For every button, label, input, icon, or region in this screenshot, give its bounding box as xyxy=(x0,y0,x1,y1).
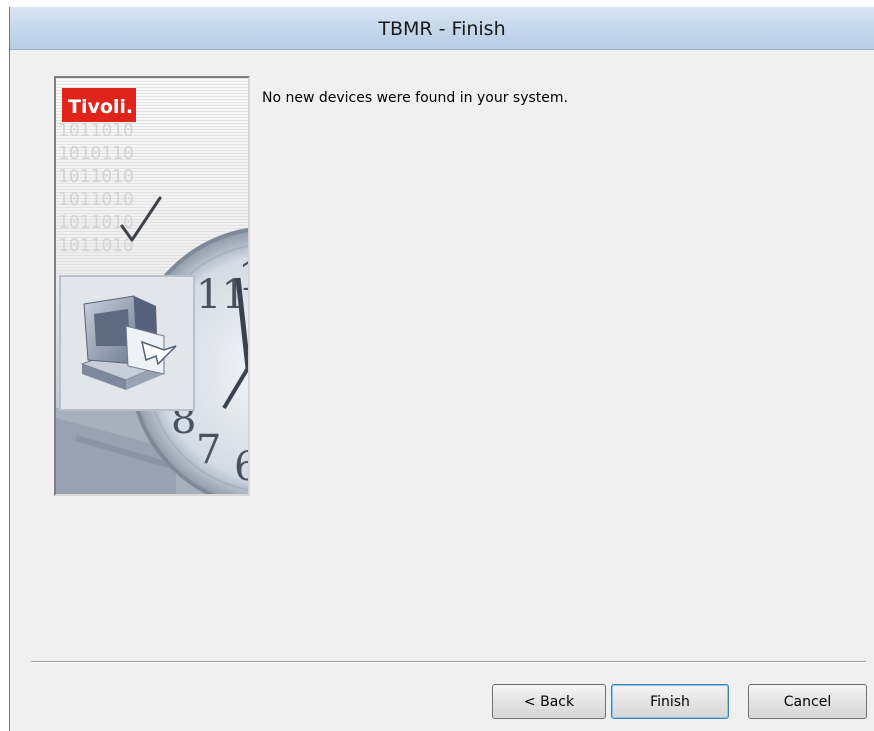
binary-row: 1010110 xyxy=(58,143,134,164)
binary-row: 1011010 xyxy=(58,120,134,141)
clock-numeral: 7 xyxy=(196,427,221,473)
wizard-banner-image: 1011010 1010110 1011010 1011010 1011010 … xyxy=(54,76,250,496)
binary-row: 1011010 xyxy=(58,235,134,256)
finish-button[interactable]: Finish xyxy=(611,684,729,719)
separator xyxy=(31,661,866,663)
title-bar[interactable]: TBMR - Finish xyxy=(10,7,874,50)
back-button[interactable]: < Back xyxy=(492,684,606,719)
cancel-button[interactable]: Cancel xyxy=(748,684,867,719)
window-title: TBMR - Finish xyxy=(378,18,506,40)
binary-row: 1011010 xyxy=(58,212,134,233)
clock-numeral: 6 xyxy=(234,444,248,490)
status-message: No new devices were found in your system… xyxy=(262,90,568,106)
binary-row: 1011010 xyxy=(58,166,134,187)
tivoli-logo-text: Tivoli. xyxy=(68,96,133,118)
binary-row: 1011010 xyxy=(58,189,134,210)
banner-illustration: 1011010 1010110 1011010 1011010 1011010 … xyxy=(56,78,248,494)
dialog-window: TBMR - Finish 1011010 1010110 1011010 10… xyxy=(9,7,874,731)
